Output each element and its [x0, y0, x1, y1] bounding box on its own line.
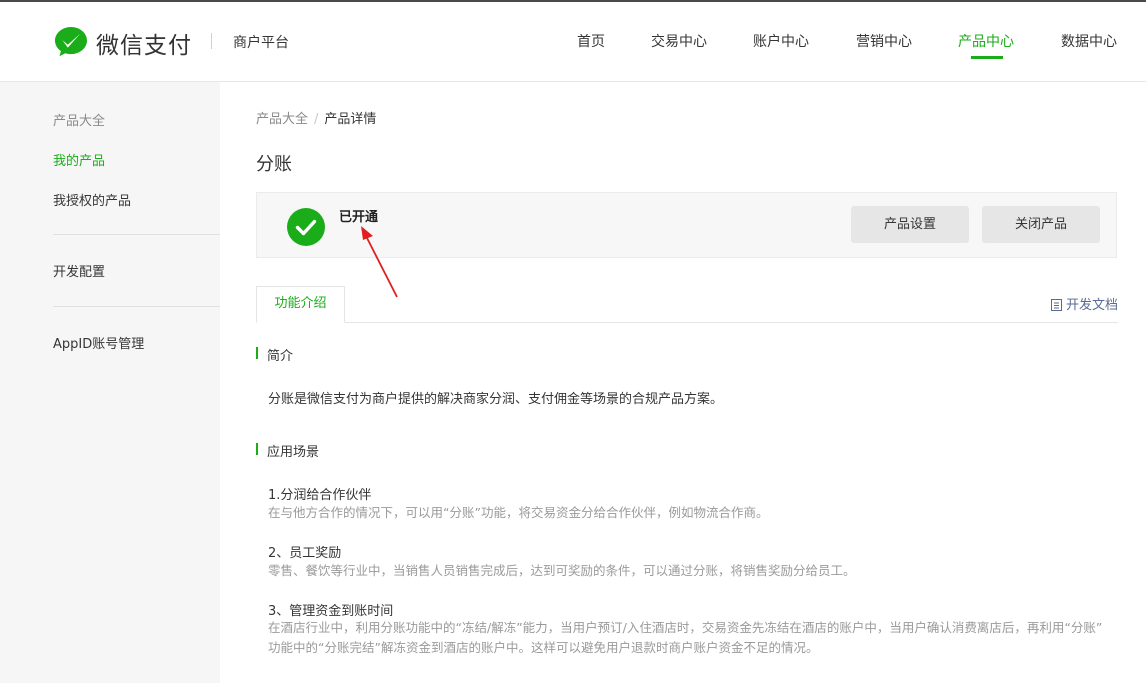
nav-account-center[interactable]: 账户中心: [753, 31, 809, 51]
tab-bar-line: [256, 322, 1118, 323]
nav-marketing-center[interactable]: 营销中心: [856, 31, 912, 51]
scenario-title: 1.分润给合作伙伴: [268, 488, 372, 503]
sidebar-item-dev-config[interactable]: 开发配置: [53, 261, 105, 280]
sidebar-divider: [53, 234, 220, 235]
breadcrumb: 产品大全 / 产品详情: [256, 108, 376, 127]
dev-docs-link[interactable]: 开发文档: [1050, 294, 1118, 313]
sidebar-item-all-products[interactable]: 产品大全: [53, 110, 105, 129]
breadcrumb-current: 产品详情: [324, 112, 377, 127]
close-product-button[interactable]: 关闭产品: [982, 206, 1100, 243]
section-marker: [256, 443, 258, 455]
status-badge: 已开通: [339, 210, 379, 225]
check-circle-icon: [287, 208, 325, 246]
red-arrow-annotation-icon: [361, 226, 398, 298]
nav-product-center[interactable]: 产品中心: [958, 31, 1014, 51]
scenario-desc: 功能中的“分账完结”解冻资金到酒店的账户中。这样可以避免用户退款时商户账户资金不…: [268, 640, 819, 655]
document-icon: [1050, 299, 1062, 311]
breadcrumb-parent[interactable]: 产品大全: [256, 112, 308, 127]
intro-text: 分账是微信支付为商户提供的解决商家分润、支付佣金等场景的合规产品方案。: [268, 392, 724, 407]
platform-name: 商户平台: [233, 35, 289, 51]
sidebar-item-my-products[interactable]: 我的产品: [53, 150, 105, 169]
tab-feature-intro[interactable]: 功能介绍: [256, 286, 345, 323]
scenario-title: 2、员工奖励: [268, 546, 342, 561]
nav-trade-center[interactable]: 交易中心: [651, 31, 707, 51]
wechat-pay-logo-icon[interactable]: [53, 24, 89, 60]
section-marker: [256, 347, 258, 359]
scenario-desc: 在与他方合作的情况下，可以用“分账”功能，将交易资金分给合作伙伴，例如物流合作商…: [268, 505, 769, 520]
header-divider: [211, 33, 212, 49]
scenario-desc: 在酒店行业中，利用分账功能中的“冻结/解冻”能力，当用户预订/入住酒店时，交易资…: [268, 620, 1103, 635]
sidebar-item-appid-management[interactable]: AppID账号管理: [53, 333, 144, 352]
section-title-text: 应用场景: [267, 445, 320, 460]
breadcrumb-separator: /: [314, 112, 319, 127]
nav-active-indicator: [971, 56, 1003, 59]
brand-name[interactable]: 微信支付: [96, 26, 192, 60]
section-title-scenarios: 应用场景: [256, 441, 319, 460]
header: 微信支付 商户平台 首页 交易中心 账户中心 营销中心 产品中心 数据中心: [0, 2, 1146, 82]
sidebar: 产品大全 我的产品 我授权的产品 开发配置 AppID账号管理: [0, 82, 220, 683]
section-title-intro: 简介: [256, 345, 293, 364]
scenario-desc: 零售、餐饮等行业中，当销售人员销售完成后，达到可奖励的条件，可以通过分账，将销售…: [268, 563, 856, 578]
nav-data-center[interactable]: 数据中心: [1061, 31, 1117, 51]
sidebar-item-authorized-products[interactable]: 我授权的产品: [53, 190, 131, 209]
page-title: 分账: [256, 154, 292, 175]
scenario-title: 3、管理资金到账时间: [268, 604, 394, 619]
section-title-text: 简介: [267, 349, 294, 364]
sidebar-divider: [53, 306, 220, 307]
nav-home[interactable]: 首页: [577, 31, 605, 51]
product-settings-button[interactable]: 产品设置: [851, 206, 969, 243]
dev-docs-label: 开发文档: [1065, 298, 1118, 313]
